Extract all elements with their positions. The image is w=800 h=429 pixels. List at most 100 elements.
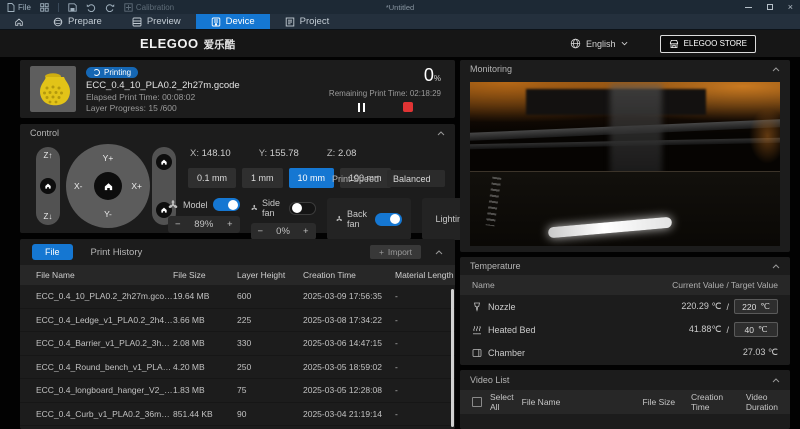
brand-name: ELEGOO — [140, 35, 199, 51]
nozzle-label: Nozzle — [488, 301, 516, 312]
model-fan-label: Model — [183, 199, 208, 210]
home-icon — [45, 183, 51, 189]
main-content: Printing ECC_0.4_10_PLA0.2_2h27m.gcode E… — [0, 57, 800, 429]
new-file-icon — [7, 2, 15, 12]
store-label: ELEGOO STORE — [683, 39, 747, 48]
col-video-file-size: File Size — [642, 397, 676, 407]
pause-button[interactable] — [357, 102, 365, 112]
print-speed-select[interactable]: Balanced — [387, 170, 445, 187]
document-title: *Untitled — [385, 2, 415, 12]
window-controls: × — [744, 2, 793, 12]
select-all-checkbox[interactable] — [472, 397, 482, 407]
printing-spinner-icon — [93, 69, 100, 76]
model-fan-toggle[interactable] — [212, 198, 240, 211]
control-title: Control — [30, 128, 60, 138]
table-row[interactable]: ECC_0.4_Ledge_v1_PLA0.2_2h43m.gcode 3.66… — [20, 309, 455, 332]
step-10mm-button[interactable]: 10 mm — [288, 168, 335, 188]
xy-jog-circle: Y+ Y- X- X+ — [66, 144, 150, 228]
minus-button[interactable]: − — [175, 219, 181, 230]
printing-status-card: Printing ECC_0.4_10_PLA0.2_2h27m.gcode E… — [20, 60, 455, 118]
x-plus-button[interactable]: X+ — [131, 181, 142, 191]
table-row[interactable]: ECC_0.4_10_PLA0.2_2h27m.gcode 19.64 MB 6… — [20, 285, 455, 309]
elegoo-store-button[interactable]: ELEGOO STORE — [659, 34, 756, 53]
plus-button[interactable]: + — [303, 226, 309, 237]
import-button[interactable]: + Import — [369, 245, 421, 259]
undo-button[interactable] — [86, 3, 96, 12]
table-row[interactable]: ECC_0.4_Round_bench_v1_PLA0.2_2h34m... 4… — [20, 356, 455, 379]
file-list-card: File Print History + Import File Name Fi… — [20, 239, 455, 429]
nozzle-temp-row: Nozzle 220.29 ℃ / 220 ℃ — [460, 295, 790, 318]
tab-preview[interactable]: Preview — [117, 14, 196, 29]
plus-button[interactable]: + — [227, 219, 233, 230]
temperature-card: Temperature Name Current Value / Target … — [460, 257, 790, 365]
app-window: File Calibration *Untitled × Prepare Pre… — [0, 0, 800, 429]
collapse-monitoring-icon[interactable] — [772, 66, 780, 72]
stop-button[interactable] — [403, 102, 413, 112]
remaining-time: Remaining Print Time: 02:18:29 — [329, 89, 441, 98]
minimize-button[interactable] — [744, 6, 752, 8]
x-minus-button[interactable]: X- — [74, 181, 83, 191]
plus-icon: + — [378, 247, 384, 257]
collapse-control-icon[interactable] — [437, 130, 445, 136]
position-readout: X: 148.10 Y: 155.78 Z: 2.08 — [190, 148, 356, 159]
home-button[interactable] — [0, 14, 38, 29]
preview-icon — [132, 17, 142, 26]
nozzle-target-input[interactable]: 220 ℃ — [734, 299, 778, 314]
device-icon — [211, 17, 220, 26]
camera-feed — [470, 82, 780, 246]
table-row[interactable]: ECC_0.4_Curb_v1_PLA0.2_36m45s.gcode 851.… — [20, 403, 455, 426]
grid-icon — [40, 2, 49, 12]
z-up-button[interactable]: Z↑ — [44, 151, 53, 160]
x-coord-value: 148.10 — [201, 148, 231, 159]
table-row[interactable]: ECC_0.4_Barrier_v1_PLA0.2_3h4m.gcode 2.0… — [20, 332, 455, 356]
redo-button[interactable] — [105, 3, 115, 12]
collapse-temperature-icon[interactable] — [772, 263, 780, 269]
tab-device[interactable]: Device — [195, 14, 270, 29]
y-minus-button[interactable]: Y- — [104, 209, 112, 219]
tab-prepare[interactable]: Prepare — [38, 14, 117, 29]
side-fan-toggle[interactable] — [288, 201, 316, 215]
workspace-grid-button[interactable] — [40, 2, 49, 12]
tab-project-label: Project — [299, 16, 330, 27]
tab-file[interactable]: File — [32, 244, 73, 260]
side-fan-value: 0% — [276, 226, 290, 237]
col-current-target: Current Value / Target Value — [672, 280, 778, 290]
collapse-files-icon[interactable] — [435, 249, 443, 255]
file-menu[interactable]: File — [7, 3, 31, 12]
fan-icon — [250, 204, 257, 210]
brand-name-cn: 爱乐酷 — [203, 38, 236, 51]
video-table-header: Select All File Name File Size Creation … — [460, 390, 790, 414]
file-menu-label: File — [18, 2, 31, 12]
save-button[interactable] — [68, 2, 77, 12]
temperature-table-header: Name Current Value / Target Value — [460, 275, 790, 295]
minus-button[interactable]: − — [258, 226, 264, 237]
back-fan-toggle[interactable] — [374, 212, 402, 226]
back-fan-group: Back fan — [326, 198, 411, 240]
file-list-scrollbar[interactable] — [451, 289, 454, 427]
collapse-video-icon[interactable] — [772, 377, 780, 383]
calibration-button[interactable]: Calibration — [124, 3, 174, 12]
progress-percent: 0% — [423, 65, 441, 85]
printing-file-name: ECC_0.4_10_PLA0.2_2h27m.gcode — [86, 80, 240, 91]
titlebar-divider — [57, 2, 59, 12]
home-all-button[interactable] — [156, 154, 172, 170]
globe-icon — [570, 38, 581, 49]
home-icon — [104, 182, 112, 190]
tab-device-label: Device — [225, 16, 255, 27]
xy-home-button[interactable] — [94, 172, 122, 200]
tab-print-history[interactable]: Print History — [91, 247, 143, 258]
language-selector[interactable]: English — [570, 38, 628, 49]
close-button[interactable]: × — [788, 2, 793, 12]
model-fan-value: 89% — [194, 219, 214, 230]
maximize-button[interactable] — [766, 4, 773, 10]
control-card: Control Z↑ Z↓ Y+ Y- X- X+ X: 148.10 Y: 1… — [20, 124, 504, 240]
table-row[interactable]: ECC_0.4_longboard_hanger_V2_9mm_v1_... 1… — [20, 379, 455, 403]
step-1mm-button[interactable]: 1 mm — [242, 168, 283, 188]
z-home-button[interactable] — [40, 178, 56, 194]
y-plus-button[interactable]: Y+ — [103, 153, 114, 163]
z-down-button[interactable]: Z↓ — [44, 212, 53, 221]
step-0.1mm-button[interactable]: 0.1 mm — [188, 168, 237, 188]
x-coord-label: X: — [190, 148, 199, 159]
tab-project[interactable]: Project — [270, 14, 345, 29]
heated-bed-target-input[interactable]: 40 ℃ — [734, 322, 778, 337]
